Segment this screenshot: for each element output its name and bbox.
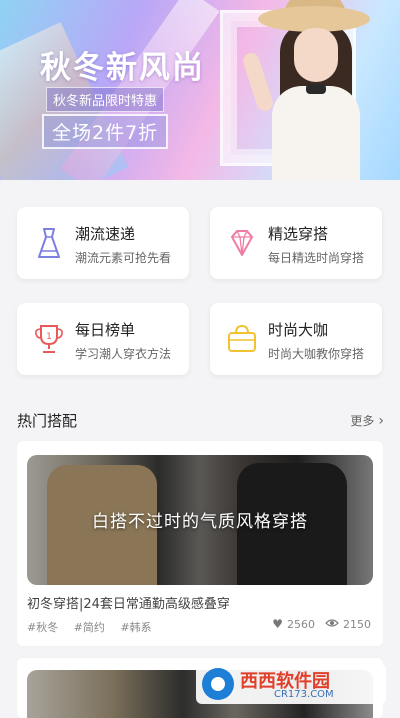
category-subtitle: 每日精选时尚穿搭 — [268, 251, 365, 265]
more-label: 更多 — [350, 414, 375, 428]
category-subtitle: 潮流元素可抢先看 — [75, 251, 172, 265]
like-count: 2560 — [287, 617, 315, 631]
outfit-card[interactable]: 白搭不过时的气质风格穿搭 初冬穿搭|24套日常通勤高级感叠穿 #秋冬 #简约 #… — [17, 441, 383, 646]
eye-icon — [325, 617, 339, 631]
watermark: 西西软件园 CR173.COM — [196, 664, 386, 704]
trophy-icon: 1 — [35, 325, 63, 353]
banner-title: 秋冬新风尚 — [40, 50, 205, 86]
category-title: 每日榜单 — [75, 321, 136, 339]
watermark-logo-icon — [202, 668, 234, 700]
chevron-right-icon: › — [378, 413, 384, 429]
photo-overlay-text: 白搭不过时的气质风格穿搭 — [92, 512, 308, 532]
svg-text:1: 1 — [46, 332, 52, 342]
more-link[interactable]: 更多 › — [350, 412, 384, 429]
tag[interactable]: #韩系 — [120, 621, 151, 634]
tag-list: #秋冬 #简约 #韩系 — [27, 619, 164, 635]
category-title: 时尚大咖 — [268, 321, 329, 339]
outfit-photo: 白搭不过时的气质风格穿搭 — [27, 455, 373, 585]
category-title: 潮流速递 — [75, 225, 136, 243]
promo-banner[interactable]: 秋冬新风尚 秋冬新品限时特惠 全场2件7折 — [0, 0, 400, 180]
diamond-icon — [231, 230, 253, 256]
category-title: 精选穿搭 — [268, 225, 329, 243]
tag[interactable]: #秋冬 — [27, 621, 58, 634]
handbag-icon — [228, 324, 256, 352]
category-subtitle: 时尚大咖教你穿搭 — [268, 347, 365, 361]
outfit-description: 初冬穿搭|24套日常通勤高级感叠穿 — [27, 597, 230, 612]
model-photo — [241, 0, 380, 180]
category-subtitle: 学习潮人穿衣方法 — [75, 347, 172, 361]
category-card-trend[interactable]: 潮流速递 潮流元素可抢先看 — [17, 207, 189, 279]
watermark-url: CR173.COM — [274, 689, 334, 700]
category-card-experts[interactable]: 时尚大咖 时尚大咖教你穿搭 — [210, 303, 382, 375]
view-count: 2150 — [343, 617, 371, 631]
section-title: 热门搭配 — [17, 412, 78, 430]
tag[interactable]: #简约 — [74, 621, 105, 634]
dress-icon — [38, 228, 60, 258]
banner-promo: 全场2件7折 — [42, 114, 169, 149]
stats: ♥ 2560 2150 — [262, 617, 371, 631]
heart-icon[interactable]: ♥ — [272, 617, 283, 631]
category-card-ranking[interactable]: 1 每日榜单 学习潮人穿衣方法 — [17, 303, 189, 375]
banner-subtitle: 秋冬新品限时特惠 — [46, 87, 165, 112]
category-card-picks[interactable]: 精选穿搭 每日精选时尚穿搭 — [210, 207, 382, 279]
